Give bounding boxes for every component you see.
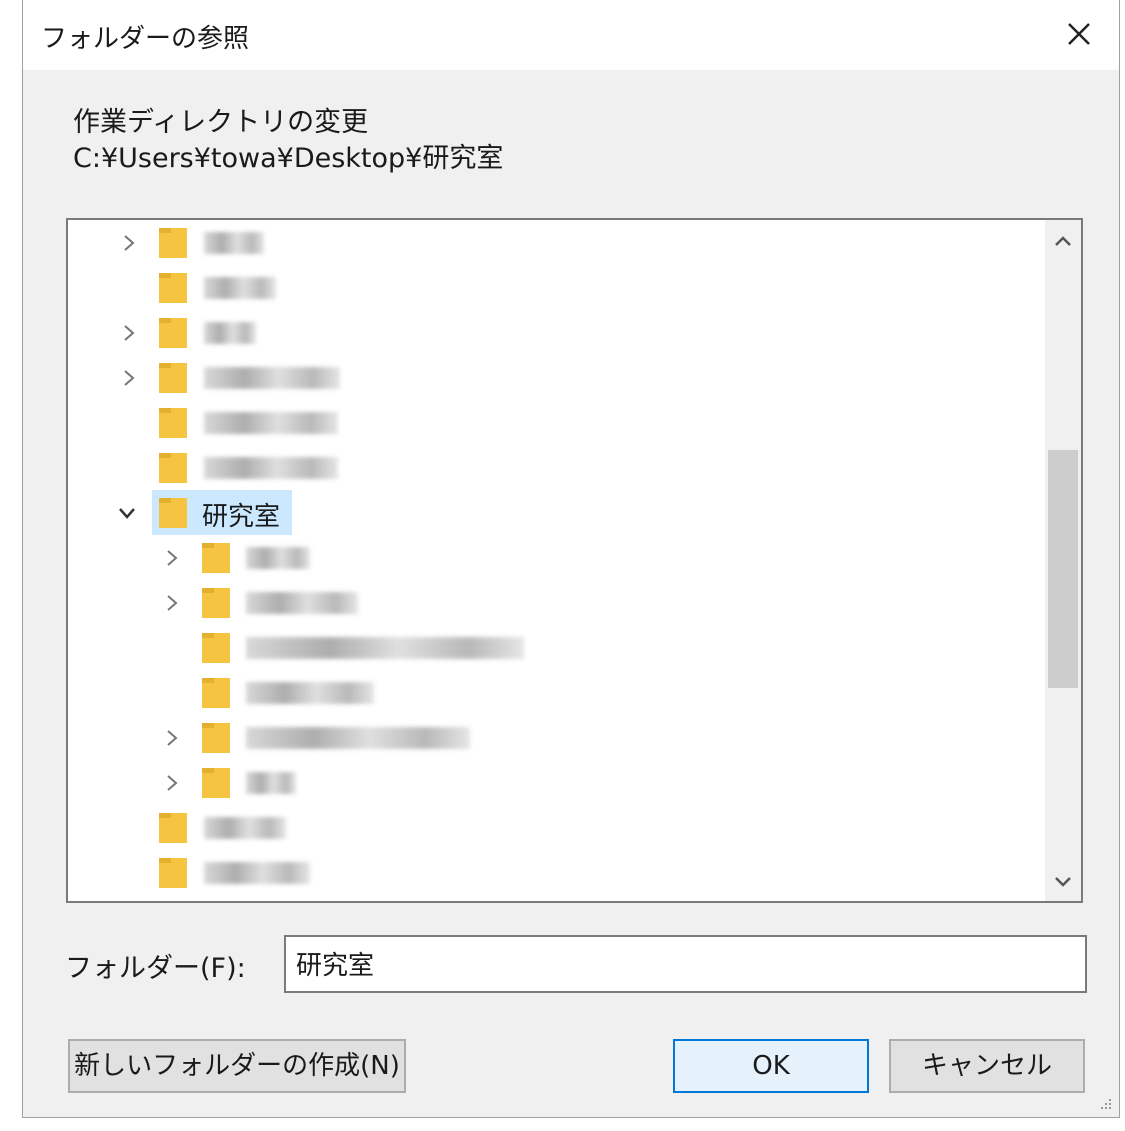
chevron-right-icon — [167, 595, 178, 611]
tree-item[interactable] — [68, 265, 1045, 310]
chevron-right-icon — [124, 235, 135, 251]
cancel-button[interactable]: キャンセル — [889, 1039, 1085, 1093]
folder-icon — [159, 273, 187, 303]
blurred-folder-name — [204, 457, 338, 479]
tree-item[interactable] — [68, 400, 1045, 445]
folder-icon — [159, 408, 187, 438]
tree-item[interactable] — [68, 760, 1045, 805]
blurred-folder-name — [204, 862, 310, 884]
folder-icon — [202, 543, 230, 573]
blurred-folder-name — [204, 817, 286, 839]
folder-browse-dialog: フォルダーの参照 作業ディレクトリの変更 C:¥Users¥towa¥Deskt… — [22, 0, 1120, 1118]
folder-field-label: フォルダー(F): — [65, 953, 246, 984]
chevron-right-icon — [167, 550, 178, 566]
scrollbar-thumb[interactable] — [1048, 450, 1078, 688]
blurred-folder-name — [246, 682, 374, 704]
blurred-folder-name — [204, 277, 276, 299]
chevron-down-icon — [119, 508, 135, 519]
chevron-right-icon — [124, 325, 135, 341]
tree-item[interactable] — [68, 805, 1045, 850]
chevron-up-icon — [1055, 236, 1071, 246]
chevron-down-icon — [1055, 877, 1071, 887]
folder-icon — [159, 363, 187, 393]
blurred-folder-name — [204, 232, 264, 254]
folder-tree[interactable]: 研究室 — [66, 218, 1083, 903]
tree-item[interactable] — [68, 310, 1045, 355]
chevron-right-icon — [124, 370, 135, 386]
tree-item[interactable] — [68, 535, 1045, 580]
folder-icon — [202, 633, 230, 663]
folder-icon — [202, 588, 230, 618]
new-folder-button[interactable]: 新しいフォルダーの作成(N) — [68, 1039, 406, 1093]
folder-icon — [202, 723, 230, 753]
tree-item[interactable] — [68, 355, 1045, 400]
current-path: C:¥Users¥towa¥Desktop¥研究室 — [73, 143, 504, 174]
folder-icon — [159, 228, 187, 258]
folder-icon — [159, 498, 187, 528]
chevron-right-icon — [167, 730, 178, 746]
dialog-description: 作業ディレクトリの変更 — [73, 107, 369, 138]
chevron-right-icon — [167, 775, 178, 791]
folder-icon — [159, 858, 187, 888]
blurred-folder-name — [246, 727, 470, 749]
folder-icon — [159, 813, 187, 843]
folder-icon — [159, 318, 187, 348]
tree-item[interactable] — [68, 580, 1045, 625]
tree-item[interactable] — [68, 220, 1045, 265]
folder-icon — [159, 453, 187, 483]
tree-item-label: 研究室 — [202, 502, 281, 532]
resize-grip-icon[interactable] — [1097, 1095, 1113, 1111]
tree-item[interactable] — [68, 715, 1045, 760]
folder-icon — [202, 678, 230, 708]
blurred-folder-name — [204, 412, 338, 434]
blurred-folder-name — [204, 322, 256, 344]
title-bar[interactable]: フォルダーの参照 — [23, 0, 1119, 70]
tree-item-selected[interactable]: 研究室 — [68, 490, 1045, 535]
vertical-scrollbar[interactable] — [1045, 220, 1081, 901]
close-button[interactable] — [1059, 14, 1099, 54]
folder-icon — [202, 768, 230, 798]
blurred-folder-name — [246, 547, 310, 569]
blurred-folder-name — [204, 367, 340, 389]
dialog-title: フォルダーの参照 — [41, 24, 250, 54]
blurred-folder-name — [246, 772, 296, 794]
close-icon — [1068, 23, 1090, 45]
ok-button[interactable]: OK — [673, 1039, 869, 1093]
tree-item[interactable] — [68, 670, 1045, 715]
folder-input[interactable]: 研究室 — [284, 935, 1087, 993]
blurred-folder-name — [246, 592, 358, 614]
blurred-folder-name — [246, 637, 524, 659]
tree-item[interactable] — [68, 445, 1045, 490]
tree-item[interactable] — [68, 850, 1045, 895]
tree-item[interactable] — [68, 625, 1045, 670]
